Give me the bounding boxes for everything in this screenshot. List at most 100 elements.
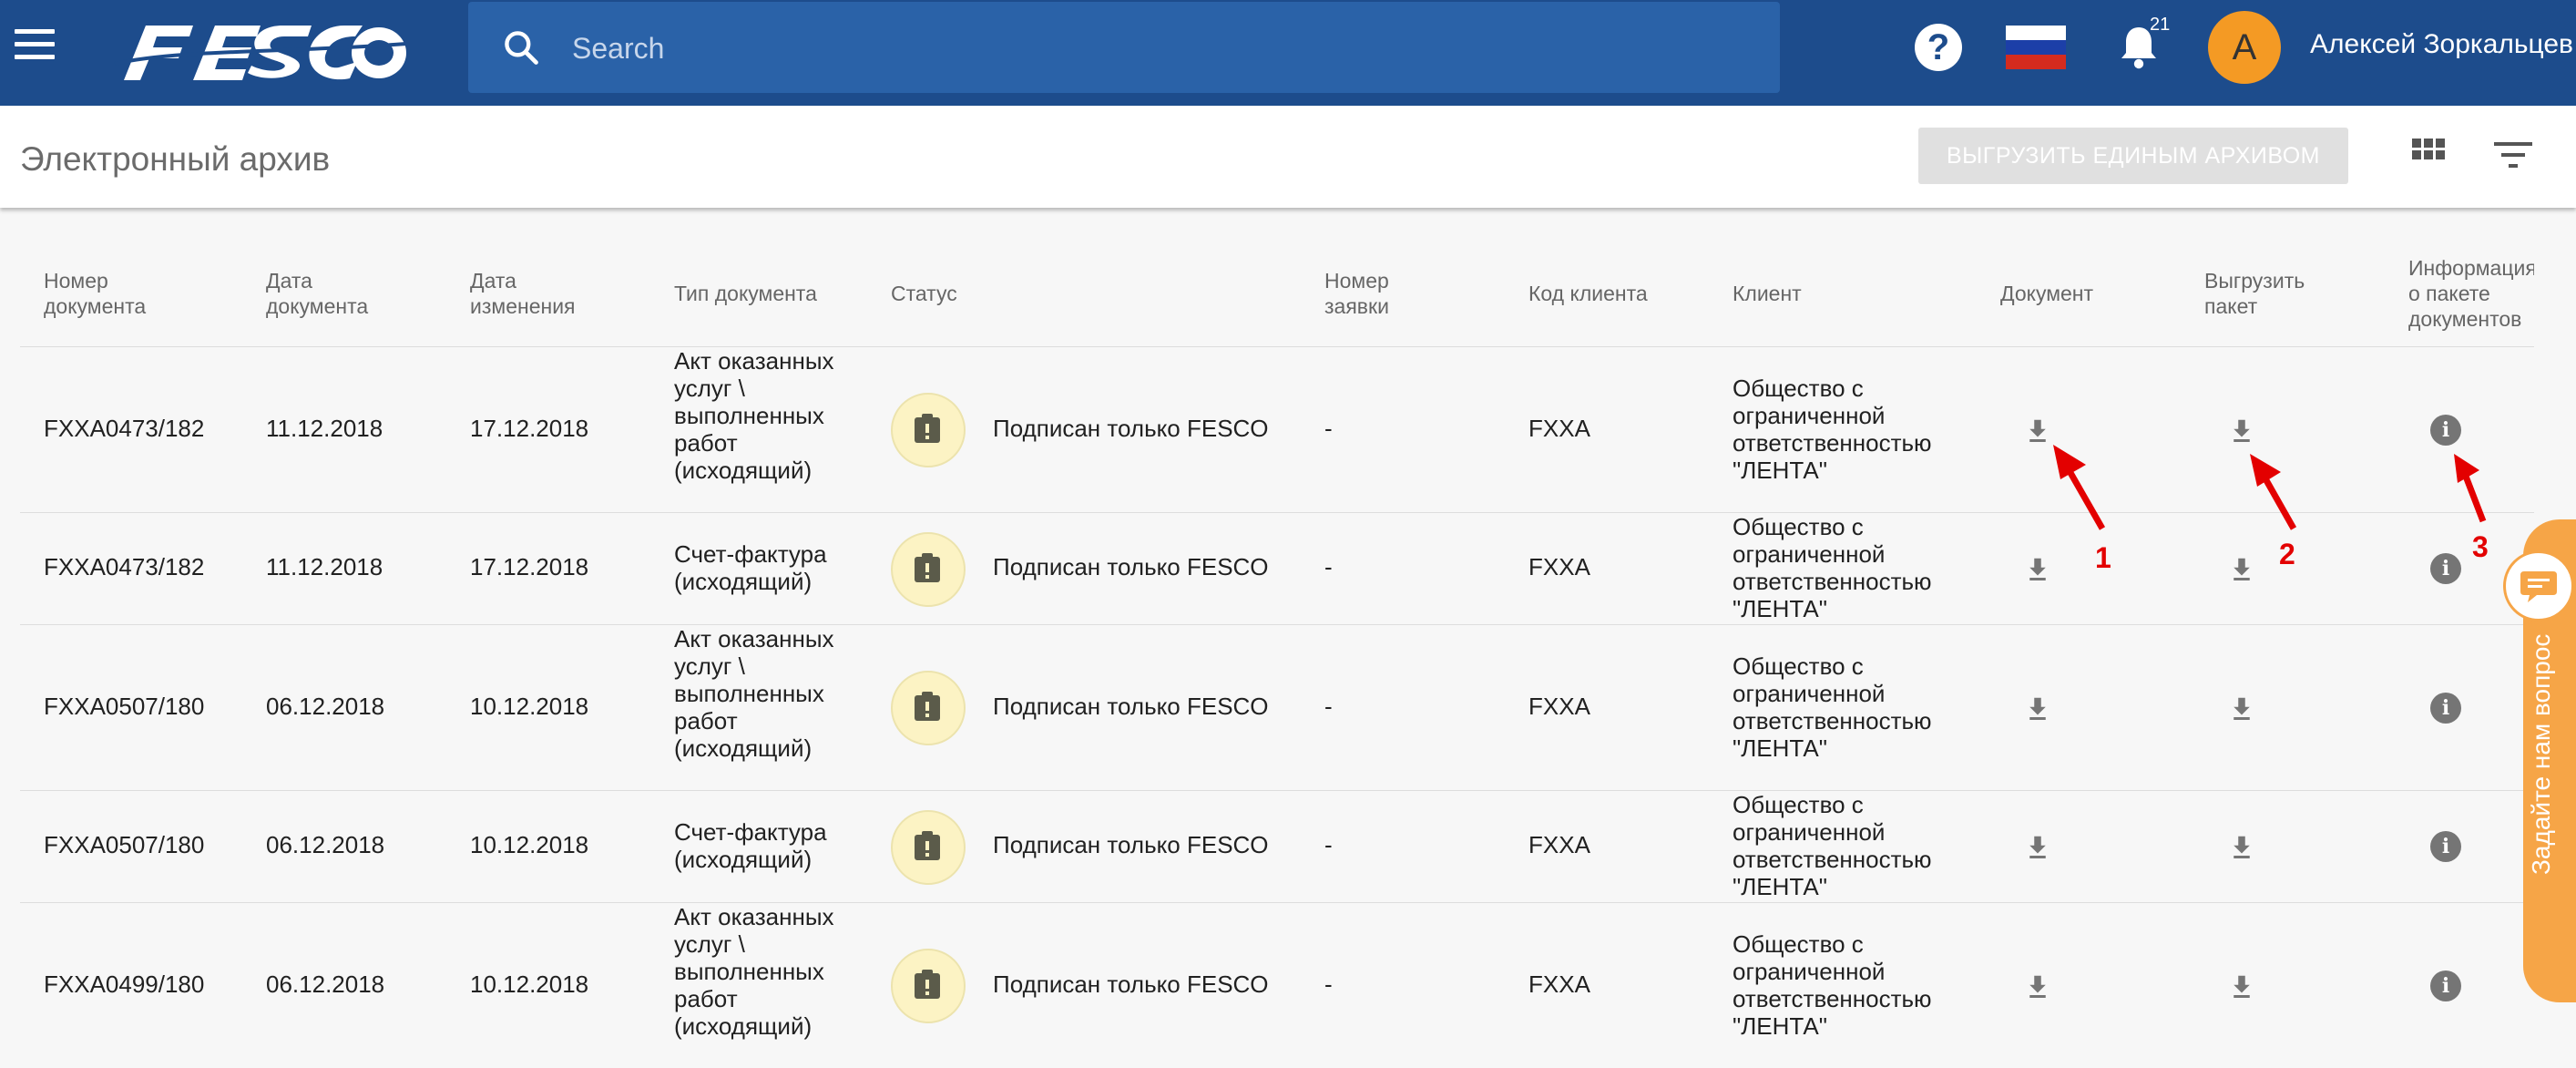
column-header-document[interactable]: Документ — [2000, 281, 2093, 306]
status-warning-icon — [915, 553, 940, 582]
changed-date: 17.12.2018 — [470, 415, 589, 442]
table-row[interactable]: FXXA0499/180 06.12.2018 10.12.2018 Акт о… — [20, 903, 2534, 1068]
annotation-arrow-2 — [2250, 454, 2297, 530]
annotation-arrow-3 — [2454, 454, 2487, 523]
annotation-arrow-1 — [2053, 445, 2106, 530]
annotation-label-3: 3 — [2472, 530, 2489, 563]
column-header-doc-number[interactable]: Номер документа — [44, 268, 189, 319]
status-text: Подписан только FESCO — [993, 415, 1269, 442]
download-document-icon[interactable] — [2024, 972, 2051, 1000]
column-header-client-code[interactable]: Код клиента — [1528, 281, 1648, 306]
download-package-icon[interactable] — [2228, 555, 2255, 582]
client-code: FXXA — [1528, 693, 1590, 720]
help-icon[interactable]: ? — [1915, 24, 1962, 71]
client-name: Общество с ограниченной ответственностью… — [1733, 375, 1932, 484]
table-row[interactable]: FXXA0473/182 11.12.2018 17.12.2018 Счет-… — [20, 513, 2534, 625]
client-name: Общество с ограниченной ответственностью… — [1733, 652, 1932, 762]
info-icon[interactable]: i — [2430, 693, 2461, 724]
status-warning-icon — [915, 970, 940, 999]
notification-count: 21 — [2150, 15, 2171, 35]
doc-date: 11.12.2018 — [266, 415, 383, 442]
doc-date: 06.12.2018 — [266, 831, 385, 858]
user-name[interactable]: Алексей Зоркальцев — [2310, 29, 2573, 60]
help-glyph: ? — [1927, 27, 1950, 67]
doc-number: FXXA0473/182 — [44, 415, 205, 442]
doc-type: Акт оказанных услуг \ выполненных работ … — [674, 625, 834, 762]
column-header-doc-date[interactable]: Дата документа — [266, 268, 403, 319]
download-document-icon[interactable] — [2024, 694, 2051, 722]
status-badge — [891, 810, 966, 885]
download-package-icon[interactable] — [2228, 694, 2255, 722]
doc-type: Акт оказанных услуг \ выполненных работ … — [674, 903, 834, 1040]
table-header: Номер документа Дата документа Дата изме… — [20, 231, 2534, 347]
order-number: - — [1324, 831, 1333, 858]
column-header-status[interactable]: Статус — [891, 281, 957, 306]
client-code: FXXA — [1528, 970, 1590, 998]
status-warning-icon — [915, 831, 940, 860]
column-header-package-info[interactable]: Информация о пакете документов — [2408, 255, 2534, 339]
doc-number: FXXA0473/182 — [44, 553, 205, 580]
client-code: FXXA — [1528, 415, 1590, 442]
export-archive-button[interactable]: ВЫГРУЗИТЬ ЕДИНЫМ АРХИВОМ — [1918, 128, 2348, 184]
download-package-icon[interactable] — [2228, 972, 2255, 1000]
grid-view-icon[interactable] — [2412, 139, 2445, 171]
doc-type: Счет-фактура (исходящий) — [674, 540, 827, 595]
table-row[interactable]: FXXA0473/182 11.12.2018 17.12.2018 Акт о… — [20, 347, 2534, 513]
download-package-icon[interactable] — [2228, 416, 2255, 444]
search-icon — [505, 31, 538, 65]
order-number: - — [1324, 553, 1333, 580]
status-text: Подписан только FESCO — [993, 693, 1269, 720]
info-icon[interactable]: i — [2430, 415, 2461, 446]
changed-date: 10.12.2018 — [470, 831, 589, 858]
download-package-icon[interactable] — [2228, 833, 2255, 860]
info-icon[interactable]: i — [2430, 553, 2461, 584]
top-bar: ? 21 A Алексей Зоркальцев — [0, 0, 2576, 106]
status-badge — [891, 671, 966, 745]
table-row[interactable]: FXXA0507/180 06.12.2018 10.12.2018 Акт о… — [20, 625, 2534, 791]
download-document-icon[interactable] — [2024, 833, 2051, 860]
status-warning-icon — [915, 414, 940, 443]
status-text: Подписан только FESCO — [993, 553, 1269, 580]
order-number: - — [1324, 970, 1333, 998]
avatar[interactable]: A — [2208, 11, 2281, 84]
menu-icon[interactable] — [15, 29, 55, 75]
fesco-logo[interactable] — [106, 16, 412, 89]
annotation-label-2: 2 — [2279, 538, 2295, 570]
flag-russia-icon[interactable] — [2006, 26, 2066, 69]
table-row[interactable]: FXXA0507/180 06.12.2018 10.12.2018 Счет-… — [20, 791, 2534, 903]
doc-date: 06.12.2018 — [266, 970, 385, 998]
chat-icon[interactable] — [2503, 550, 2574, 621]
doc-type: Акт оказанных услуг \ выполненных работ … — [674, 347, 834, 484]
page-title: Электронный архив — [20, 140, 331, 178]
filter-icon[interactable] — [2494, 139, 2532, 171]
search-bar[interactable] — [468, 2, 1780, 93]
page-toolbar: Электронный архив ВЫГРУЗИТЬ ЕДИНЫМ АРХИВ… — [0, 106, 2576, 208]
status-badge — [891, 532, 966, 607]
changed-date: 10.12.2018 — [470, 970, 589, 998]
column-header-client[interactable]: Клиент — [1733, 281, 1802, 306]
client-name: Общество с ограниченной ответственностью… — [1733, 930, 1932, 1040]
annotation-label-1: 1 — [2095, 541, 2111, 574]
documents-table: Номер документа Дата документа Дата изме… — [20, 231, 2534, 1068]
column-header-doc-type[interactable]: Тип документа — [674, 281, 874, 306]
status-text: Подписан только FESCO — [993, 831, 1269, 858]
status-text: Подписан только FESCO — [993, 970, 1269, 998]
info-icon[interactable]: i — [2430, 831, 2461, 862]
info-icon[interactable]: i — [2430, 970, 2461, 1001]
doc-date: 11.12.2018 — [266, 553, 383, 580]
doc-type: Счет-фактура (исходящий) — [674, 818, 827, 873]
status-warning-icon — [915, 692, 940, 721]
download-document-icon[interactable] — [2024, 555, 2051, 582]
changed-date: 17.12.2018 — [470, 553, 589, 580]
doc-date: 06.12.2018 — [266, 693, 385, 720]
ask-question-label[interactable]: Задайте нам вопрос — [2527, 634, 2556, 875]
client-name: Общество с ограниченной ответственностью… — [1733, 513, 1932, 622]
column-header-order-number[interactable]: Номер заявки — [1324, 268, 1425, 319]
column-header-changed-date[interactable]: Дата изменения — [470, 268, 607, 319]
status-badge — [891, 393, 966, 467]
client-code: FXXA — [1528, 831, 1590, 858]
client-name: Общество с ограниченной ответственностью… — [1733, 791, 1932, 900]
search-input[interactable] — [570, 20, 1740, 77]
column-header-export-package[interactable]: Выгрузить пакет — [2204, 268, 2341, 319]
client-code: FXXA — [1528, 553, 1590, 580]
